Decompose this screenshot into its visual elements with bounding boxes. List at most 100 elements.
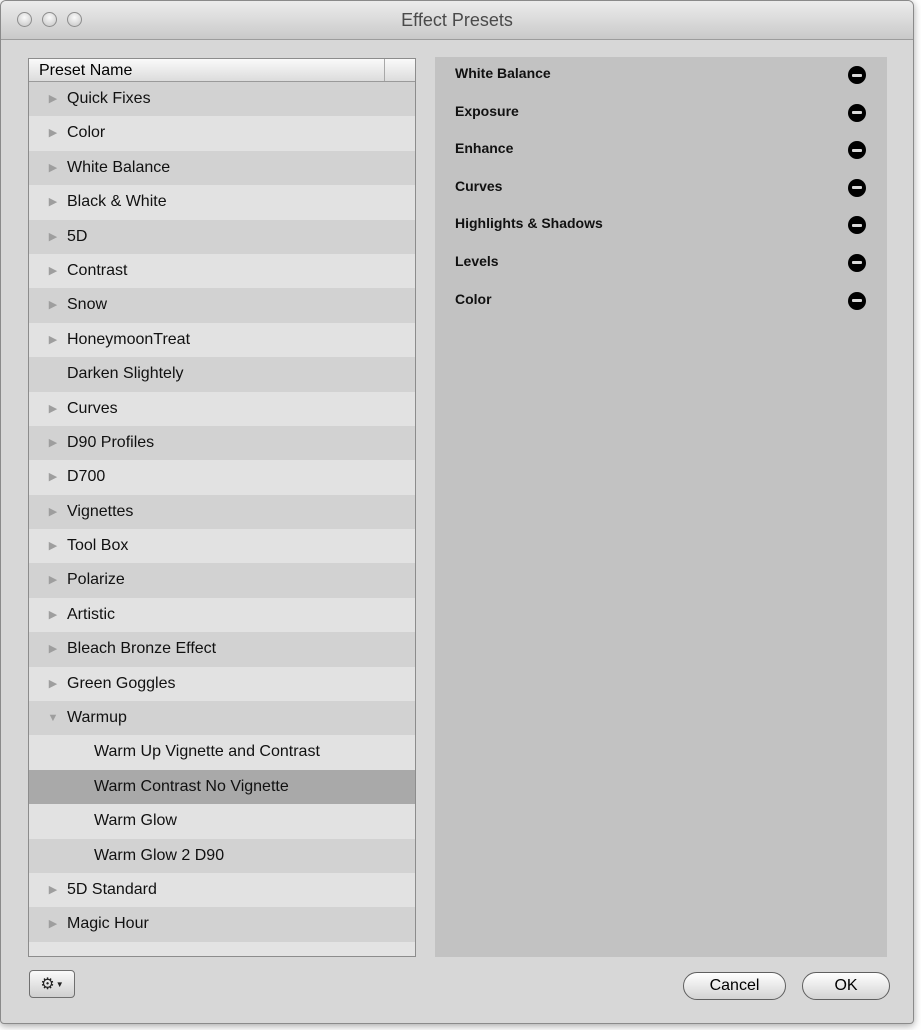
preset-child-row[interactable]: Warm Glow 2 D90 (29, 838, 415, 873)
adjustments-list: White Balance Exposure Enhance Curves Highli… (435, 57, 887, 320)
adjustment-row: Curves (435, 170, 887, 208)
preset-group-row[interactable]: ▶ D90 Profiles (29, 425, 415, 461)
action-menu-button[interactable]: ⚙ ▼ (29, 970, 75, 998)
adjustment-label: Color (455, 290, 492, 307)
preset-rows: ▶ Quick Fixes ▶ Color ▶ White Balance ▶ Black &… (29, 82, 415, 942)
preset-label: HoneymoonTreat (67, 330, 191, 348)
gear-icon: ⚙ (40, 976, 55, 993)
preset-label: Warm Glow (94, 812, 177, 830)
adjustment-label: Curves (455, 177, 503, 194)
preset-group-row[interactable]: ▶ Magic Hour (29, 907, 415, 942)
remove-adjustment-button[interactable] (848, 216, 866, 235)
disclosure-collapsed-icon[interactable]: ▶ (46, 495, 60, 529)
preset-group-row[interactable]: ▶ Vignettes (29, 494, 415, 530)
preset-group-row[interactable]: ▶ Black & White (29, 185, 415, 220)
preset-label: Curves (67, 399, 118, 417)
preset-group-row[interactable]: Darken Slightely (29, 357, 415, 392)
adjustment-row: Levels (435, 245, 887, 283)
disclosure-collapsed-icon[interactable]: ▶ (46, 220, 60, 254)
preset-label: Snow (67, 296, 108, 314)
preset-label: Color (67, 124, 106, 142)
remove-adjustment-button[interactable] (848, 291, 866, 310)
preset-label: Polarize (67, 571, 125, 589)
preset-label: Contrast (67, 261, 128, 279)
preset-group-row[interactable]: ▶ 5D (29, 219, 415, 254)
preset-group-row[interactable]: ▶ Curves (29, 391, 415, 426)
preset-label: Vignettes (67, 502, 134, 520)
disclosure-collapsed-icon[interactable]: ▶ (46, 288, 60, 322)
ok-button[interactable]: OK (802, 972, 890, 1000)
effect-presets-window: Effect Presets Preset Name ▶ Quick Fixes ▶… (0, 0, 914, 1024)
preset-label: D90 Profiles (67, 433, 155, 451)
preset-group-row[interactable]: ▶ 5D Standard (29, 872, 415, 908)
minus-circle-icon (852, 148, 862, 152)
minus-circle-icon (852, 261, 862, 265)
adjustment-row: Enhance (435, 132, 887, 170)
adjustment-label: Enhance (455, 140, 514, 157)
preset-label: 5D Standard (67, 880, 157, 898)
preset-label: Black & White (67, 193, 167, 211)
preset-group-row[interactable]: ▶ Color (29, 116, 415, 151)
cancel-button[interactable]: Cancel (683, 972, 786, 1000)
disclosure-collapsed-icon[interactable]: ▶ (46, 185, 60, 219)
adjustment-row: Highlights & Shadows (435, 207, 887, 245)
preset-label: Magic Hour (67, 915, 149, 933)
preset-child-row[interactable]: Warm Up Vignette and Contrast (29, 735, 415, 770)
disclosure-collapsed-icon[interactable]: ▶ (46, 82, 60, 116)
preset-label: White Balance (67, 158, 171, 176)
preset-group-row[interactable]: ▼ Warmup (29, 701, 415, 736)
list-header[interactable]: Preset Name (29, 59, 415, 82)
disclosure-collapsed-icon[interactable]: ▶ (46, 529, 60, 563)
disclosure-collapsed-icon[interactable]: ▶ (46, 667, 60, 701)
preset-group-row[interactable]: ▶ White Balance (29, 150, 415, 186)
disclosure-collapsed-icon[interactable]: ▶ (46, 392, 60, 426)
preset-label: Warm Contrast No Vignette (94, 777, 289, 795)
adjustments-pane: White Balance Exposure Enhance Curves Highli… (435, 57, 887, 957)
preset-group-row[interactable]: ▶ Polarize (29, 563, 415, 598)
disclosure-collapsed-icon[interactable]: ▶ (46, 426, 60, 460)
preset-group-row[interactable]: ▶ Artistic (29, 597, 415, 633)
disclosure-collapsed-icon[interactable]: ▶ (46, 323, 60, 357)
disclosure-expanded-icon[interactable]: ▼ (46, 701, 60, 735)
remove-adjustment-button[interactable] (848, 66, 866, 84)
preset-child-row[interactable]: Warm Glow (29, 804, 415, 839)
preset-child-row[interactable]: Warm Contrast No Vignette (29, 769, 415, 805)
disclosure-collapsed-icon[interactable]: ▶ (46, 907, 60, 941)
remove-adjustment-button[interactable] (848, 141, 866, 160)
disclosure-collapsed-icon[interactable]: ▶ (46, 116, 60, 150)
remove-adjustment-button[interactable] (848, 253, 866, 272)
disclosure-collapsed-icon[interactable]: ▶ (46, 632, 60, 666)
adjustment-row: White Balance (435, 57, 887, 95)
preset-group-row[interactable]: ▶ Green Goggles (29, 666, 415, 702)
title-bar: Effect Presets (1, 1, 913, 40)
disclosure-collapsed-icon[interactable]: ▶ (46, 151, 60, 185)
preset-group-row[interactable]: ▶ Contrast (29, 253, 415, 289)
minus-circle-icon (852, 73, 862, 77)
column-divider (384, 59, 385, 81)
disclosure-collapsed-icon[interactable]: ▶ (46, 254, 60, 288)
disclosure-collapsed-icon[interactable]: ▶ (46, 873, 60, 907)
preset-group-row[interactable]: ▶ D700 (29, 460, 415, 495)
preset-label: Tool Box (67, 537, 129, 555)
preset-group-row[interactable]: ▶ Bleach Bronze Effect (29, 632, 415, 667)
remove-adjustment-button[interactable] (848, 178, 866, 197)
disclosure-collapsed-icon[interactable]: ▶ (46, 460, 60, 494)
disclosure-collapsed-icon[interactable]: ▶ (46, 598, 60, 632)
chevron-down-icon: ▼ (55, 979, 64, 989)
preset-label: Artistic (67, 605, 115, 623)
disclosure-collapsed-icon[interactable]: ▶ (46, 563, 60, 597)
window-title: Effect Presets (401, 10, 513, 30)
preset-group-row[interactable]: ▶ Snow (29, 288, 415, 323)
preset-label: Quick Fixes (67, 90, 151, 107)
preset-group-row[interactable]: ▶ Tool Box (29, 529, 415, 564)
preset-label: 5D (67, 227, 88, 245)
preset-label: Bleach Bronze Effect (67, 640, 217, 658)
preset-group-row[interactable]: ▶ HoneymoonTreat (29, 322, 415, 358)
minus-circle-icon (852, 299, 862, 303)
remove-adjustment-button[interactable] (848, 103, 866, 122)
preset-group-row[interactable]: ▶ Quick Fixes (29, 82, 415, 117)
adjustment-label: White Balance (455, 65, 551, 81)
preset-list[interactable]: Preset Name ▶ Quick Fixes ▶ Color ▶ White Bal… (28, 58, 416, 957)
preset-name-column-header[interactable]: Preset Name (39, 62, 132, 80)
preset-label: Darken Slightely (67, 365, 184, 383)
